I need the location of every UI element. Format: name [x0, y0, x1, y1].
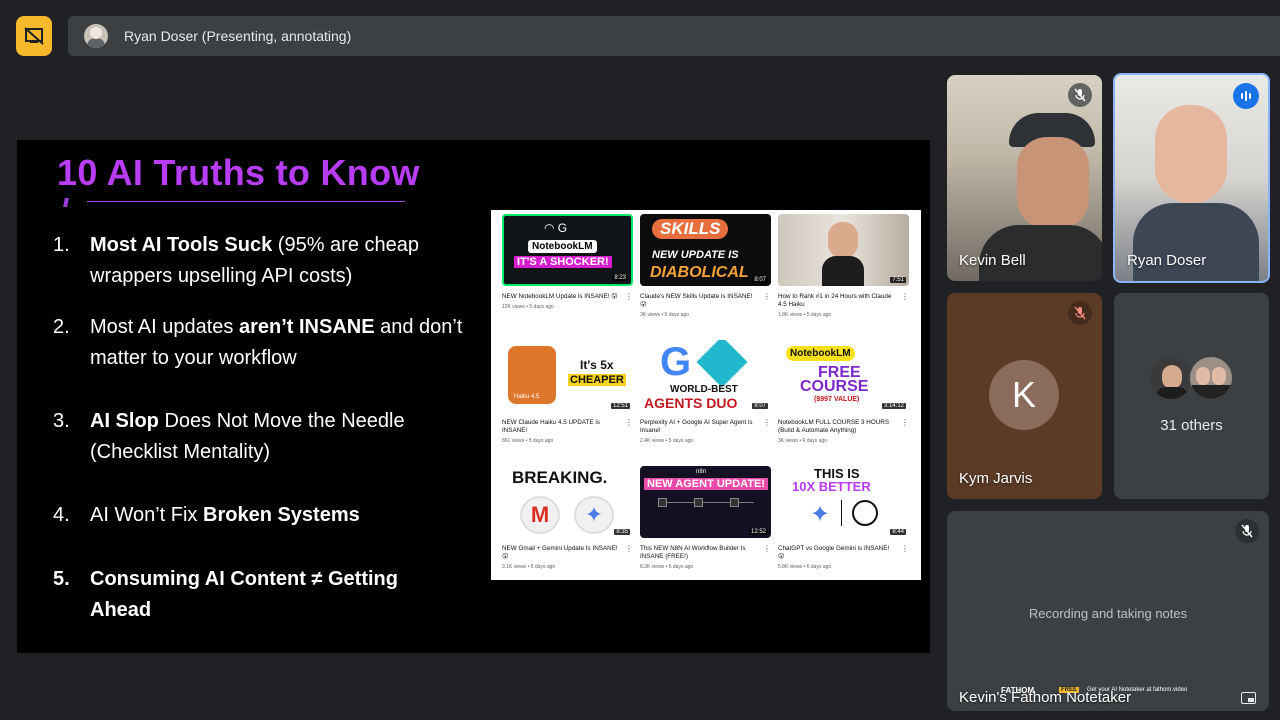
video-thumbnail: SKILLS NEW UPDATE IS DIABOLICAL 8:07	[640, 214, 771, 286]
chatgpt-icon	[852, 500, 878, 526]
picture-in-picture-icon[interactable]	[1241, 692, 1256, 704]
speaking-indicator-icon	[1233, 83, 1259, 109]
others-count-label: 31 others	[1160, 417, 1223, 434]
video-thumbnail: THIS IS 10X BETTER ✦ 8:44	[778, 466, 909, 538]
video-thumbnail: 7:51	[778, 214, 909, 286]
slide-item-3: 3. AI Slop Does Not Move the Needle (Che…	[53, 410, 405, 463]
video-card: SKILLS NEW UPDATE IS DIABOLICAL 8:07 Cla…	[640, 214, 771, 318]
gmail-icon: M	[520, 496, 560, 534]
haiku-logo-icon: Haiku 4.5	[508, 346, 556, 404]
video-thumbnail: BREAKING. M ✦ 8:35	[502, 466, 633, 538]
gemini-icon: ✦	[810, 501, 831, 528]
presenter-banner-text: Ryan Doser (Presenting, annotating)	[124, 28, 352, 44]
face	[1155, 105, 1227, 203]
video-card: ◠ G NotebookLM IT'S A SHOCKER! 8:23 NEW …	[502, 214, 633, 310]
mic-muted-icon	[1235, 519, 1259, 543]
video-card: Haiku 4.5 It's 5x CHEAPER 12:51 NEW Clau…	[502, 340, 633, 444]
video-grid-image: ◠ G NotebookLM IT'S A SHOCKER! 8:23 NEW …	[491, 210, 921, 580]
google-icon: ◠ G	[544, 221, 568, 235]
more-options-icon: ⋮	[625, 292, 633, 301]
title-underline	[87, 201, 405, 202]
workflow-node	[658, 498, 667, 507]
slide-title: 10 AI Truths to Know	[57, 152, 420, 193]
participant-tile-kevin[interactable]: Kevin Bell	[947, 75, 1102, 281]
slide-item-4: 4. AI Won’t Fix Broken Systems	[53, 504, 360, 526]
video-card: 7:51 How to Rank #1 in 24 Hours with Cla…	[778, 214, 909, 318]
others-tile[interactable]: 31 others	[1114, 293, 1269, 499]
shared-slide: 10 AI Truths to Know /// 1. Most AI Tool…	[17, 140, 930, 653]
video-thumbnail: n8n NEW AGENT UPDATE! 12:52	[640, 466, 771, 538]
more-options-icon: ⋮	[763, 544, 771, 553]
perplexity-logo-icon	[696, 340, 748, 388]
more-options-icon: ⋮	[901, 544, 909, 553]
mic-muted-icon	[1068, 83, 1092, 107]
slide-item-1: 1. Most AI Tools Suck (95% are cheap wra…	[53, 234, 420, 287]
title-accent-icon: ///	[63, 196, 69, 210]
present-off-icon	[24, 27, 44, 45]
more-options-icon: ⋮	[625, 418, 633, 427]
workflow-node	[730, 498, 739, 507]
presenter-banner: Ryan Doser (Presenting, annotating)	[68, 16, 1280, 56]
gemini-icon: ✦	[574, 496, 614, 534]
person-shirt	[822, 256, 864, 286]
mic-muted-icon	[1068, 301, 1092, 325]
more-options-icon: ⋮	[763, 418, 771, 427]
shirt	[1133, 203, 1259, 281]
participant-tile-kym[interactable]: K Kym Jarvis	[947, 293, 1102, 499]
video-card: n8n NEW AGENT UPDATE! 12:52 This NEW N8N…	[640, 466, 771, 570]
notetaker-tile[interactable]: Recording and taking notes FATHOM FREE G…	[947, 511, 1269, 711]
video-thumbnail: NotebookLM FREE COURSE ($997 VALUE) 3:14…	[778, 340, 909, 412]
kym-avatar: K	[989, 360, 1059, 430]
participant-tile-ryan[interactable]: Ryan Doser	[1113, 73, 1270, 283]
video-card: NotebookLM FREE COURSE ($997 VALUE) 3:14…	[778, 340, 909, 444]
top-bar: Ryan Doser (Presenting, annotating)	[0, 0, 1280, 72]
video-thumbnail: ◠ G NotebookLM IT'S A SHOCKER! 8:23	[502, 214, 633, 286]
workflow-line	[658, 502, 754, 503]
more-options-icon: ⋮	[901, 292, 909, 301]
video-thumbnail: Haiku 4.5 It's 5x CHEAPER 12:51	[502, 340, 633, 412]
stop-presenting-button[interactable]	[16, 16, 52, 56]
person-face	[828, 222, 858, 258]
notetaker-status: Recording and taking notes	[1028, 606, 1188, 621]
workflow-node	[694, 498, 703, 507]
face	[1017, 137, 1089, 229]
slide-item-5: 5. Consuming AI Content ≠ Getting Ahead	[53, 568, 398, 621]
slide-item-2: 2. Most AI updates aren’t INSANE and don…	[53, 316, 463, 369]
others-avatar	[1188, 355, 1234, 401]
divider	[841, 500, 842, 526]
video-card: THIS IS 10X BETTER ✦ 8:44 ChatGPT vs Goo…	[778, 466, 909, 570]
more-options-icon: ⋮	[901, 418, 909, 427]
video-card: G WORLD-BEST AGENTS DUO 8:07 Perplexity …	[640, 340, 771, 444]
google-logo-icon: G	[660, 340, 692, 384]
more-options-icon: ⋮	[763, 292, 771, 301]
video-card: BREAKING. M ✦ 8:35 NEW Gmail + Gemini Up…	[502, 466, 633, 570]
video-thumbnail: G WORLD-BEST AGENTS DUO 8:07	[640, 340, 771, 412]
more-options-icon: ⋮	[625, 544, 633, 553]
presenter-avatar	[84, 24, 108, 48]
